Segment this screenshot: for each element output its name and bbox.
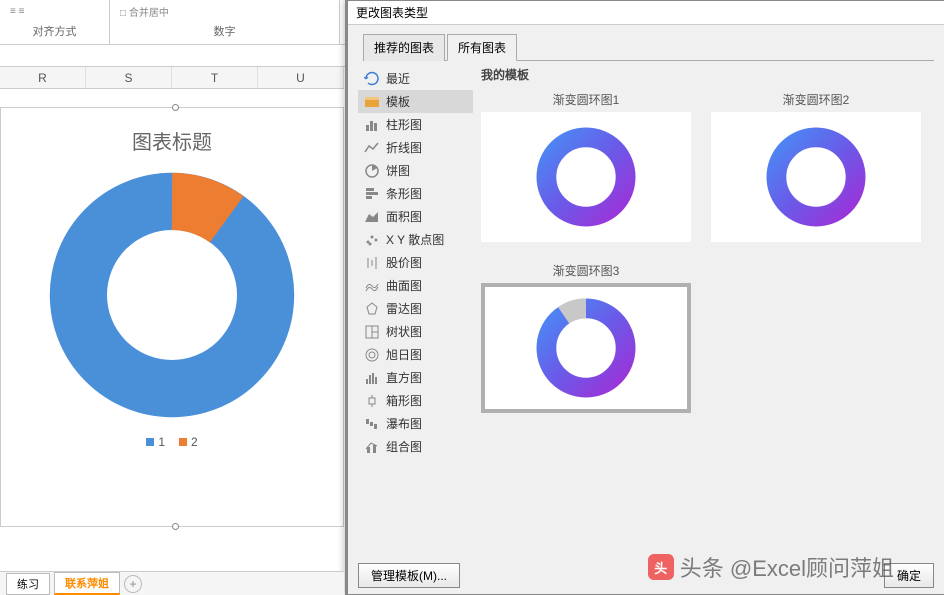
donut-chart[interactable] [1, 165, 343, 425]
manage-templates-button[interactable]: 管理模板(M)... [358, 563, 460, 588]
template-icon [364, 94, 380, 110]
line-icon [364, 140, 380, 156]
template-item[interactable]: 渐变圆环图2 [711, 91, 921, 242]
template-panel-header: 我的模板 [481, 66, 934, 83]
sheet-tab[interactable]: 联系萍姐 [54, 572, 120, 595]
category-label: 直方图 [386, 369, 422, 386]
legend-label: 1 [158, 435, 165, 449]
category-surface[interactable]: 曲面图 [358, 274, 473, 297]
category-label: 柱形图 [386, 116, 422, 133]
template-panel: 我的模板 渐变圆环图1 渐变圆环图2 渐变圆环图3 [473, 61, 934, 551]
chart-title[interactable]: 图表标题 [1, 126, 343, 155]
embedded-chart[interactable]: 图表标题 1 2 [0, 107, 344, 527]
col-header[interactable]: S [86, 67, 172, 88]
category-line[interactable]: 折线图 [358, 136, 473, 159]
category-waterfall[interactable]: 瀑布图 [358, 412, 473, 435]
category-column[interactable]: 柱形图 [358, 113, 473, 136]
sheet-tab[interactable]: 练习 [6, 573, 50, 595]
recent-icon [364, 71, 380, 87]
category-scatter[interactable]: X Y 散点图 [358, 228, 473, 251]
template-item[interactable]: 渐变圆环图1 [481, 91, 691, 242]
template-grid: 渐变圆环图1 渐变圆环图2 渐变圆环图3 [481, 91, 934, 413]
category-label: 最近 [386, 70, 410, 87]
template-label: 渐变圆环图2 [711, 91, 921, 108]
legend-swatch [179, 438, 187, 446]
category-label: 树状图 [386, 323, 422, 340]
watermark: 头 头条 @Excel顾问萍姐 [648, 551, 894, 583]
watermark-logo-icon: 头 [648, 554, 674, 580]
category-label: 曲面图 [386, 277, 422, 294]
scatter-icon [364, 232, 380, 248]
category-label: 组合图 [386, 438, 422, 455]
template-label: 渐变圆环图3 [481, 262, 691, 279]
category-area[interactable]: 面积图 [358, 205, 473, 228]
chart-legend[interactable]: 1 2 [1, 435, 343, 449]
category-label: 折线图 [386, 139, 422, 156]
col-header[interactable]: R [0, 67, 86, 88]
category-pie[interactable]: 饼图 [358, 159, 473, 182]
template-preview [481, 283, 691, 413]
change-chart-type-dialog: 更改图表类型 推荐的图表 所有图表 最近模板柱形图折线图饼图条形图面积图 X Y … [345, 0, 944, 595]
ribbon-group-align: ≡ ≡ 对齐方式 [0, 0, 110, 44]
add-sheet-button[interactable]: + [124, 575, 142, 593]
category-histogram[interactable]: 直方图 [358, 366, 473, 389]
sheet-tabs: 练习 联系萍姐 + [0, 571, 344, 595]
category-label: 条形图 [386, 185, 422, 202]
stock-icon [364, 255, 380, 271]
sunburst-icon [364, 347, 380, 363]
category-label: 箱形图 [386, 392, 422, 409]
tab-all-charts[interactable]: 所有图表 [447, 34, 517, 61]
template-item[interactable]: 渐变圆环图3 [481, 262, 691, 413]
col-header[interactable]: U [258, 67, 344, 88]
category-label: 旭日图 [386, 346, 422, 363]
bar-icon [364, 186, 380, 202]
category-radar[interactable]: 雷达图 [358, 297, 473, 320]
dialog-tabs: 推荐的图表 所有图表 [363, 33, 934, 61]
column-headers: R S T U [0, 67, 344, 89]
template-label: 渐变圆环图1 [481, 91, 691, 108]
selection-handle[interactable] [172, 104, 179, 111]
histogram-icon [364, 370, 380, 386]
category-label: 瀑布图 [386, 415, 422, 432]
category-label: 饼图 [386, 162, 410, 179]
ribbon-stub: ≡ ≡ [10, 2, 99, 20]
category-label: X Y 散点图 [386, 231, 444, 248]
boxwhisker-icon [364, 393, 380, 409]
template-preview [481, 112, 691, 242]
pie-icon [364, 163, 380, 179]
template-preview [711, 112, 921, 242]
combo-icon [364, 439, 380, 455]
legend-label: 2 [191, 435, 198, 449]
waterfall-icon [364, 416, 380, 432]
category-template[interactable]: 模板 [358, 90, 473, 113]
chart-category-list: 最近模板柱形图折线图饼图条形图面积图 X Y 散点图股价图曲面图雷达图树状图旭日图… [358, 61, 473, 551]
selection-handle[interactable] [172, 523, 179, 530]
ribbon-merge-stub[interactable]: □ 合并居中 [120, 2, 329, 20]
category-label: 面积图 [386, 208, 422, 225]
ribbon-group-number: □ 合并居中 数字 [110, 0, 340, 44]
surface-icon [364, 278, 380, 294]
ribbon-group-align-label: 对齐方式 [10, 20, 99, 42]
category-boxwhisker[interactable]: 箱形图 [358, 389, 473, 412]
radar-icon [364, 301, 380, 317]
ribbon-group-number-label: 数字 [120, 20, 329, 42]
col-header[interactable]: T [172, 67, 258, 88]
category-treemap[interactable]: 树状图 [358, 320, 473, 343]
category-label: 雷达图 [386, 300, 422, 317]
category-sunburst[interactable]: 旭日图 [358, 343, 473, 366]
column-icon [364, 117, 380, 133]
category-stock[interactable]: 股价图 [358, 251, 473, 274]
dialog-title: 更改图表类型 [348, 1, 944, 25]
category-label: 模板 [386, 93, 410, 110]
category-recent[interactable]: 最近 [358, 67, 473, 90]
category-bar[interactable]: 条形图 [358, 182, 473, 205]
tab-recommended[interactable]: 推荐的图表 [363, 34, 445, 61]
area-icon [364, 209, 380, 225]
treemap-icon [364, 324, 380, 340]
legend-swatch [146, 438, 154, 446]
watermark-text: 头条 @Excel顾问萍姐 [680, 551, 894, 583]
spreadsheet-area: R S T U 图表标题 1 2 [0, 67, 344, 557]
category-label: 股价图 [386, 254, 422, 271]
category-combo[interactable]: 组合图 [358, 435, 473, 458]
